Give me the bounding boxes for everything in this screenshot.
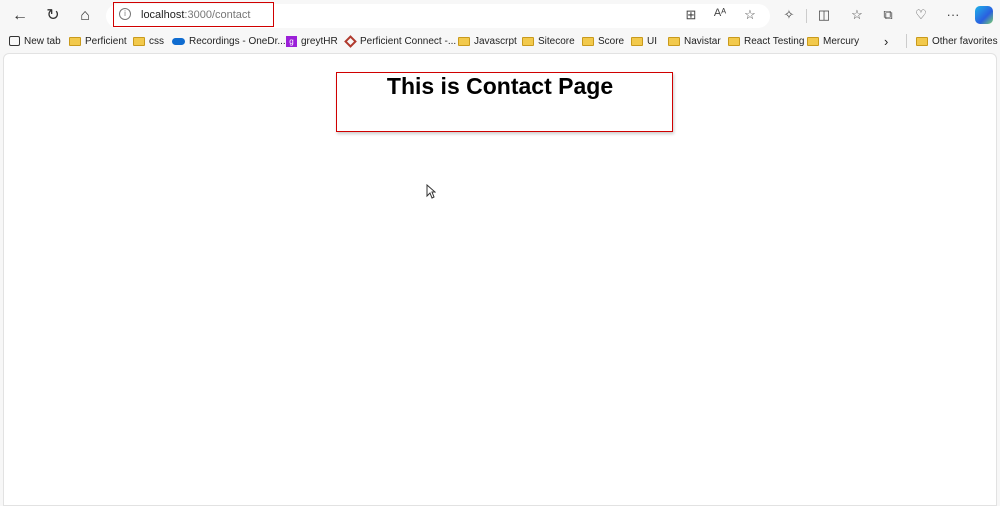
bookmark-mercury[interactable]: Mercury — [807, 34, 859, 48]
address-highlight-box — [113, 2, 274, 27]
folder-icon — [631, 36, 643, 46]
bookmark-label: Javascrpt — [474, 35, 517, 47]
bookmark-ui[interactable]: UI — [631, 34, 657, 48]
back-icon[interactable]: ← — [8, 4, 32, 28]
bookmark-javascrpt[interactable]: Javascrpt — [458, 34, 517, 48]
more-icon[interactable]: ··· — [943, 7, 963, 22]
bookmark-label: Sitecore — [538, 35, 575, 47]
folder-icon — [522, 36, 534, 46]
greythr-icon: g — [286, 35, 297, 47]
extensions-icon[interactable]: ✧ — [779, 7, 799, 23]
bookmark-label: New tab — [24, 35, 61, 47]
folder-icon — [133, 36, 145, 46]
bookmark-label: css — [149, 35, 164, 47]
bookmark-score[interactable]: Score — [582, 34, 624, 48]
bookmark-label: Score — [598, 35, 625, 47]
bookmark-other-favorites[interactable]: Other favorites — [916, 34, 998, 48]
bookmark-label: greytHR — [301, 35, 338, 47]
favorites-icon[interactable]: ☆ — [847, 7, 867, 23]
bookmark-label: Mercury — [823, 35, 860, 47]
bookmark-label: Navistar — [684, 35, 721, 47]
bookmark-label: UI — [647, 35, 657, 47]
bookmark-divider — [906, 34, 907, 48]
folder-icon — [69, 36, 81, 46]
perficient-icon — [344, 34, 357, 48]
bookmark-perficient-connect[interactable]: Perficient Connect -... — [344, 34, 457, 48]
browser-essentials-icon[interactable]: ♡ — [911, 7, 931, 23]
bookmark-perficient[interactable]: Perficient — [69, 34, 127, 48]
bookmark-greythr[interactable]: g greytHR — [286, 34, 338, 48]
page-title: This is Contact Page — [386, 73, 614, 99]
copilot-icon[interactable] — [975, 6, 993, 24]
bookmark-react-testing[interactable]: React Testing — [728, 34, 804, 48]
bookmark-label: Perficient — [85, 35, 127, 47]
read-aloud-icon[interactable]: Aᴬ — [710, 7, 730, 19]
chevron-right-icon[interactable]: › — [884, 34, 888, 49]
home-icon[interactable]: ⌂ — [73, 4, 97, 28]
folder-icon — [728, 36, 740, 46]
mouse-cursor-icon — [426, 184, 436, 199]
bookmark-label: Recordings - OneDr... — [189, 35, 286, 47]
bookmark-label: React Testing — [744, 35, 805, 47]
folder-icon — [458, 36, 470, 46]
onedrive-icon — [172, 37, 185, 45]
folder-icon — [668, 36, 680, 46]
folder-icon — [582, 36, 594, 46]
new-tab-icon — [9, 36, 20, 46]
bookmark-sitecore[interactable]: Sitecore — [522, 34, 575, 48]
folder-icon — [807, 36, 819, 46]
bookmark-new-tab[interactable]: New tab — [9, 34, 61, 48]
bookmark-navistar[interactable]: Navistar — [668, 34, 721, 48]
favorite-star-icon[interactable]: ☆ — [740, 7, 760, 23]
refresh-icon[interactable]: ↻ — [41, 4, 65, 28]
split-screen-icon[interactable]: ◫ — [814, 7, 834, 23]
app-available-icon[interactable]: ⊞ — [681, 7, 701, 23]
bookmark-css[interactable]: css — [133, 34, 164, 48]
folder-icon — [916, 36, 928, 46]
bookmark-label: Other favorites — [932, 35, 998, 47]
collections-icon[interactable]: ⧉ — [878, 7, 898, 23]
bookmark-recordings[interactable]: Recordings - OneDr... — [172, 34, 286, 48]
toolbar-divider — [806, 9, 807, 23]
bookmark-label: Perficient Connect -... — [360, 35, 457, 47]
